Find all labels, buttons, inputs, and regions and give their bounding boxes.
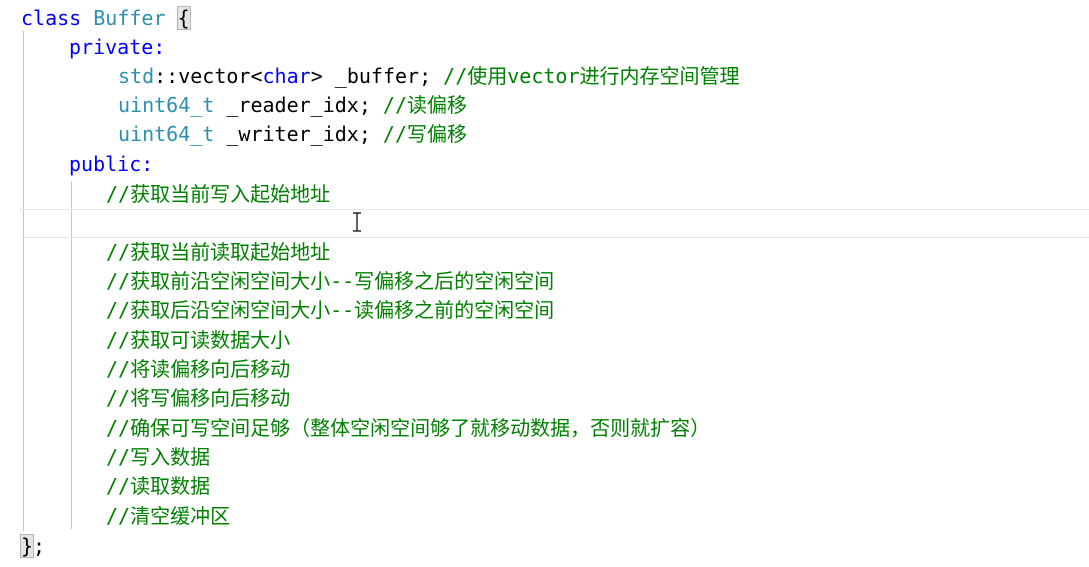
reader-name: _reader_idx;	[214, 93, 371, 117]
class-keyword: class	[21, 6, 82, 30]
vector-type: vector	[178, 64, 251, 88]
uint64-type: uint64_t	[118, 122, 215, 146]
code-line-class-decl[interactable]: class Buffer {	[21, 4, 191, 33]
comment-line[interactable]: //获取当前读取起始地址	[106, 238, 330, 267]
close-brace: }	[19, 534, 35, 558]
comment-line[interactable]: //清空缓冲区	[106, 502, 230, 531]
code-line-member-reader[interactable]: uint64_t _reader_idx; //读偏移	[118, 91, 467, 120]
comment-line[interactable]: //写入数据	[106, 443, 210, 472]
code-line-member-buffer[interactable]: std::vector<char> _buffer; //使用vector进行内…	[118, 62, 739, 91]
private-label: private:	[69, 35, 166, 59]
class-name: Buffer	[93, 6, 166, 30]
comment-line[interactable]: //读取数据	[106, 472, 210, 501]
open-brace: {	[176, 6, 191, 30]
reader-comment: //读偏移	[382, 93, 468, 117]
code-editor[interactable]: class Buffer { private: std::vector<char…	[0, 0, 1089, 567]
buffer-name: _buffer;	[322, 64, 432, 88]
code-line-public[interactable]: public:	[69, 150, 153, 179]
comment-line[interactable]: //获取前沿空闲空间大小--写偏移之后的空闲空间	[106, 267, 554, 296]
indent-guide-class	[23, 31, 24, 531]
writer-name: _writer_idx;	[214, 122, 371, 146]
buffer-comment: //使用vector进行内存空间管理	[443, 64, 740, 88]
writer-comment: //写偏移	[382, 122, 468, 146]
comment-line[interactable]: //将读偏移向后移动	[106, 355, 290, 384]
code-line-private[interactable]: private:	[69, 33, 165, 62]
comment-line[interactable]: //获取可读数据大小	[106, 326, 290, 355]
close-semicolon: ;	[33, 534, 46, 558]
comment-line[interactable]: //确保可写空间足够（整体空闲空间够了就移动数据，否则就扩容）	[106, 414, 710, 443]
char-keyword: char	[262, 64, 311, 88]
uint64-type: uint64_t	[118, 93, 215, 117]
code-line-member-writer[interactable]: uint64_t _writer_idx; //写偏移	[118, 120, 467, 149]
comment-line[interactable]: //获取当前写入起始地址	[106, 180, 330, 209]
comment-line[interactable]: //将写偏移向后移动	[106, 384, 290, 413]
current-line-highlight	[20, 209, 1089, 238]
comment-line[interactable]: //获取后沿空闲空间大小--读偏移之前的空闲空间	[106, 296, 554, 325]
std-namespace: std	[118, 64, 155, 88]
code-line-class-close[interactable]: };	[19, 532, 46, 561]
public-label: public:	[69, 152, 154, 176]
text-cursor-icon	[353, 212, 361, 232]
